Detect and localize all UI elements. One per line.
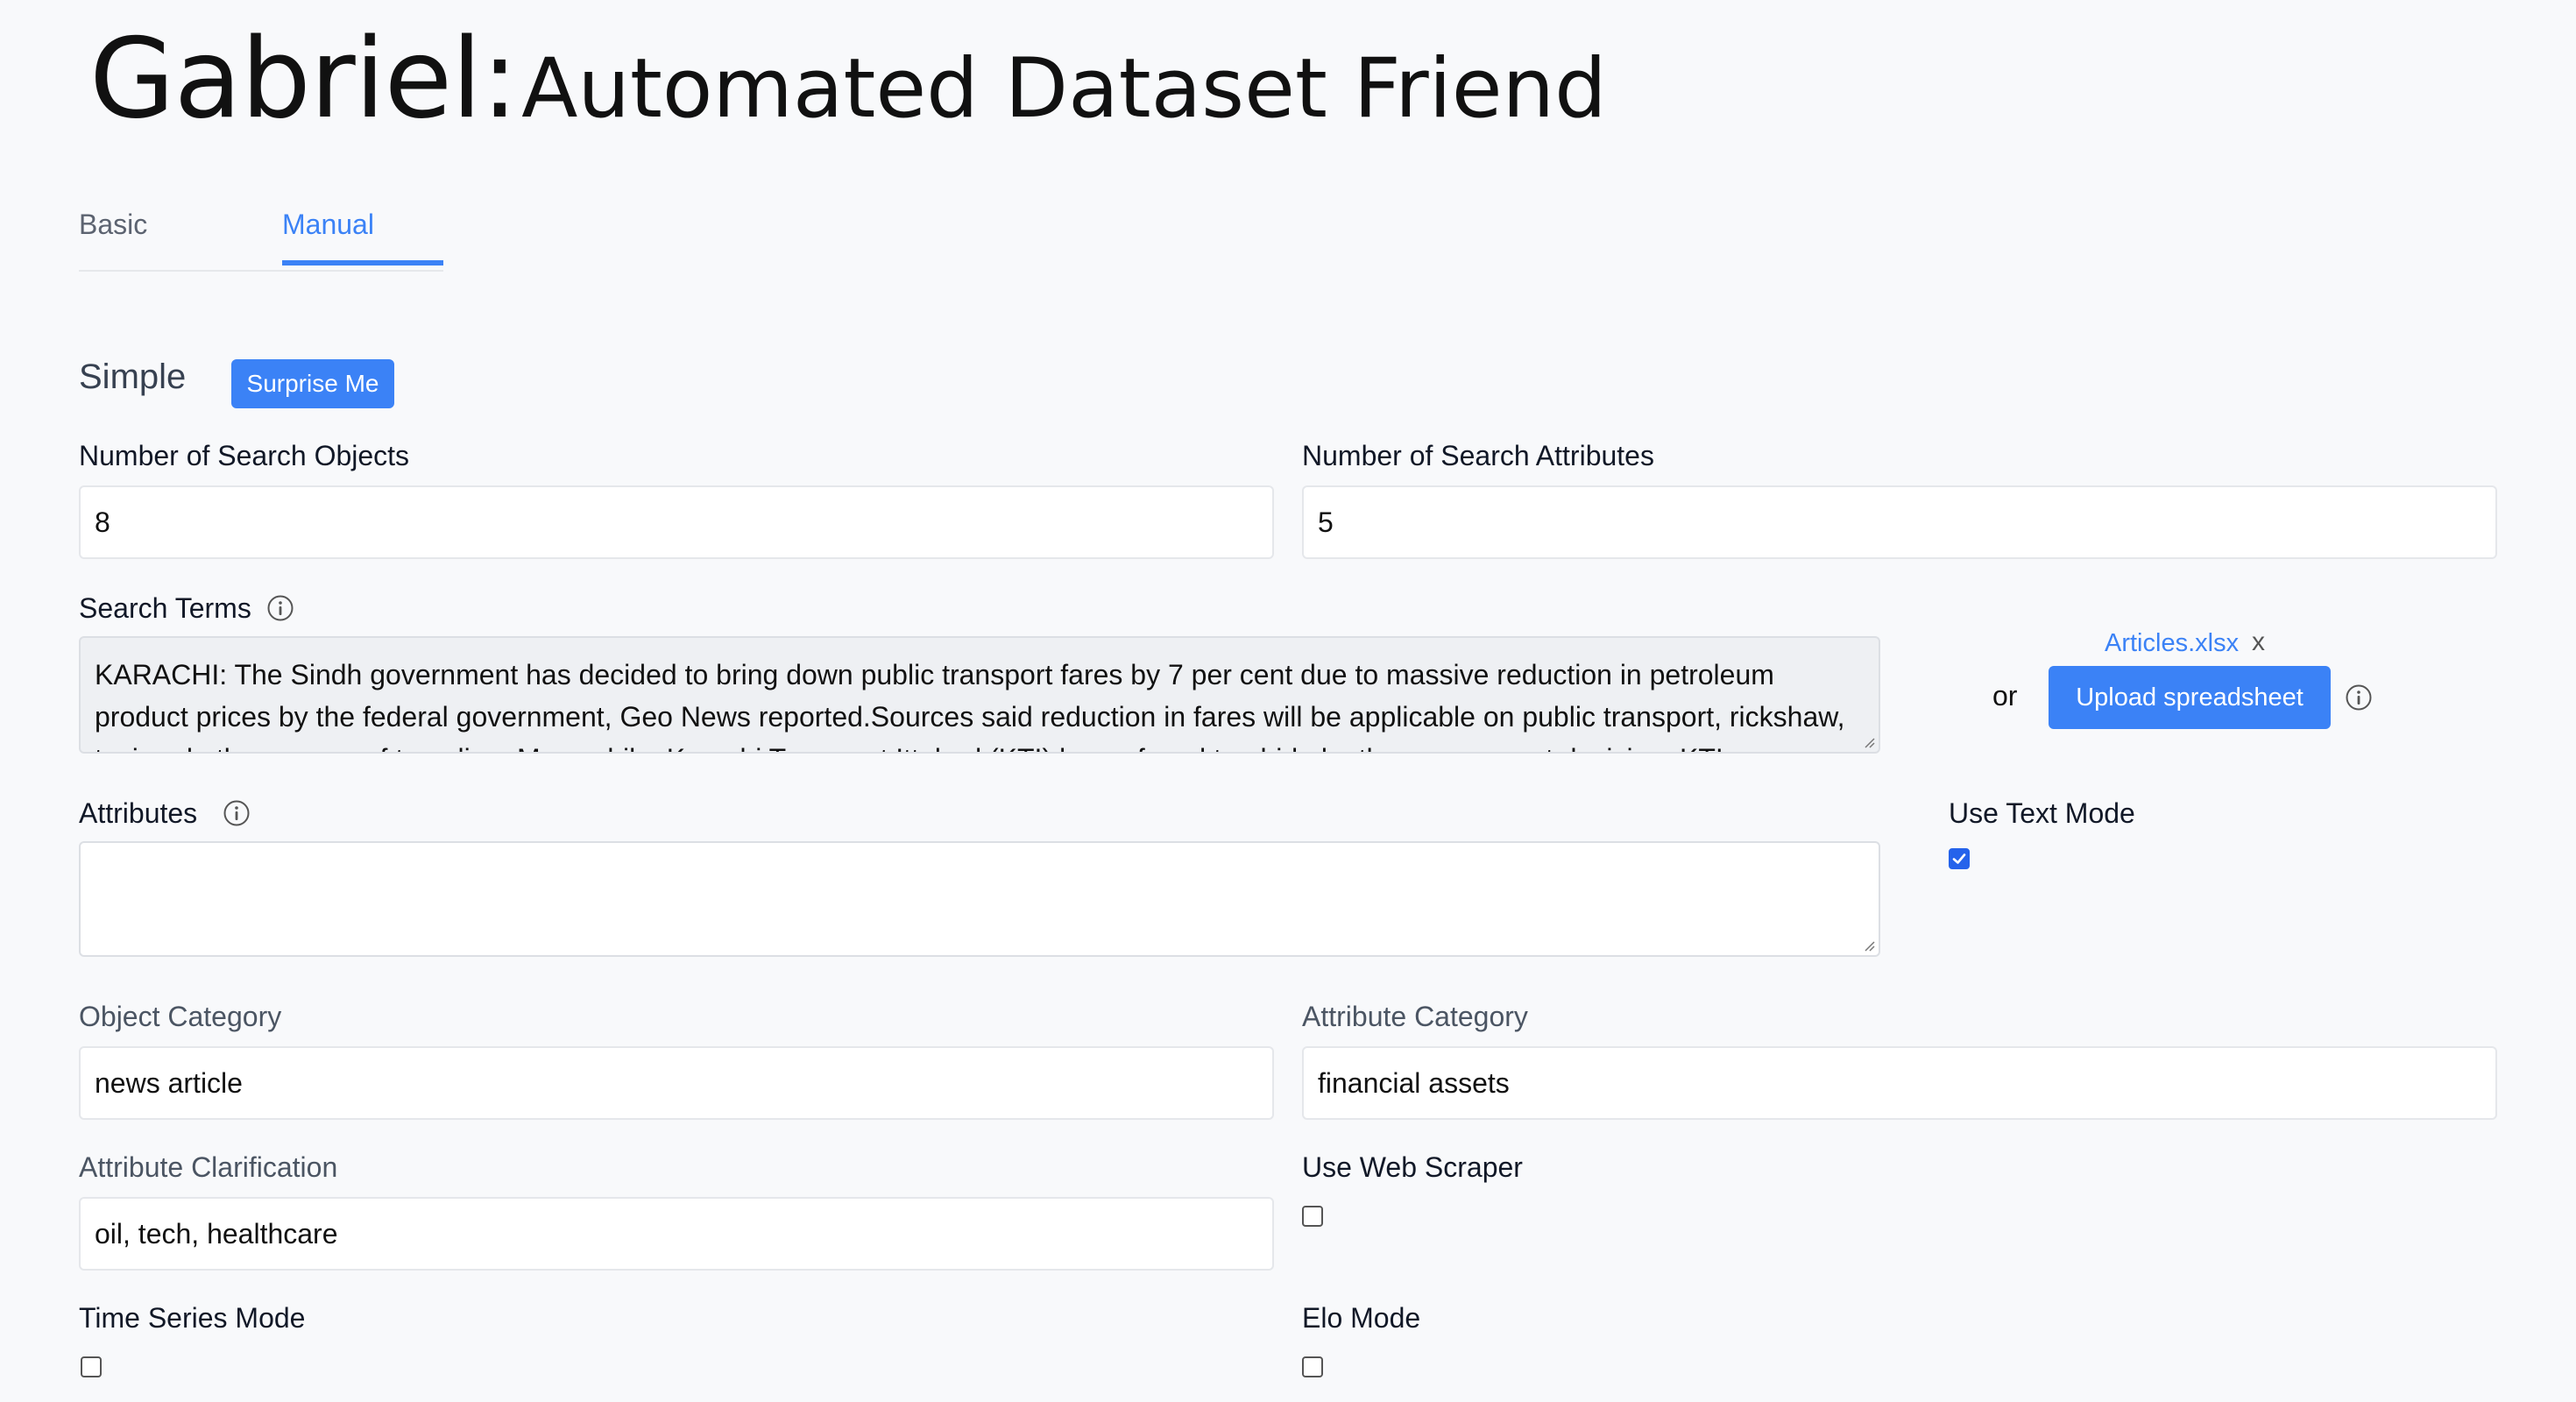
or-separator: or xyxy=(1992,680,2018,712)
num-objects-label: Number of Search Objects xyxy=(79,440,410,471)
attribute-category-input[interactable]: financial assets xyxy=(1302,1046,2497,1120)
time-series-mode-checkbox[interactable] xyxy=(81,1356,102,1377)
attributes-textarea[interactable] xyxy=(79,841,1880,957)
upload-info-icon[interactable] xyxy=(2345,683,2373,712)
search-terms-label: Search Terms xyxy=(79,592,251,624)
search-terms-textarea[interactable]: KARACHI: The Sindh government has decide… xyxy=(79,636,1880,754)
search-terms-info-icon[interactable] xyxy=(266,594,294,622)
object-category-input[interactable]: news article xyxy=(79,1046,1274,1120)
attribute-clarification-label: Attribute Clarification xyxy=(79,1151,338,1183)
use-text-mode-checkbox[interactable] xyxy=(1949,848,1970,869)
attribute-category-label: Attribute Category xyxy=(1302,1001,1528,1032)
surprise-me-button[interactable]: Surprise Me xyxy=(231,359,394,408)
elo-mode-checkbox[interactable] xyxy=(1302,1356,1323,1377)
resize-grip-icon[interactable] xyxy=(1861,734,1875,748)
section-title: Simple xyxy=(79,358,187,396)
upload-spreadsheet-button[interactable]: Upload spreadsheet xyxy=(2049,666,2331,729)
use-text-mode-label: Use Text Mode xyxy=(1949,797,2135,829)
remove-file-icon[interactable]: x xyxy=(2252,627,2265,657)
page-title: Gabriel: Automated Dataset Friend xyxy=(89,14,1607,143)
attribute-clarification-input[interactable]: oil, tech, healthcare xyxy=(79,1197,1274,1271)
num-attributes-input[interactable]: 5 xyxy=(1302,485,2497,559)
tab-basic[interactable]: Basic xyxy=(79,209,147,260)
time-series-mode-label: Time Series Mode xyxy=(79,1302,306,1334)
mode-tabs: Basic Manual xyxy=(79,200,443,272)
object-category-label: Object Category xyxy=(79,1001,282,1032)
title-sub: Automated Dataset Friend xyxy=(521,41,1607,137)
num-attributes-label: Number of Search Attributes xyxy=(1302,440,1654,471)
attributes-label: Attributes xyxy=(79,797,198,829)
tab-manual[interactable]: Manual xyxy=(282,209,443,266)
title-main: Gabriel: xyxy=(89,14,519,143)
use-web-scraper-label: Use Web Scraper xyxy=(1302,1151,1523,1183)
use-web-scraper-checkbox[interactable] xyxy=(1302,1206,1323,1227)
attributes-info-icon[interactable] xyxy=(223,799,251,827)
elo-mode-label: Elo Mode xyxy=(1302,1302,1421,1334)
resize-grip-icon[interactable] xyxy=(1861,938,1875,952)
num-objects-input[interactable]: 8 xyxy=(79,485,1274,559)
search-terms-text: KARACHI: The Sindh government has decide… xyxy=(95,659,1845,752)
checkmark-icon xyxy=(1952,853,1966,864)
uploaded-file-link[interactable]: Articles.xlsx xyxy=(2105,629,2239,658)
